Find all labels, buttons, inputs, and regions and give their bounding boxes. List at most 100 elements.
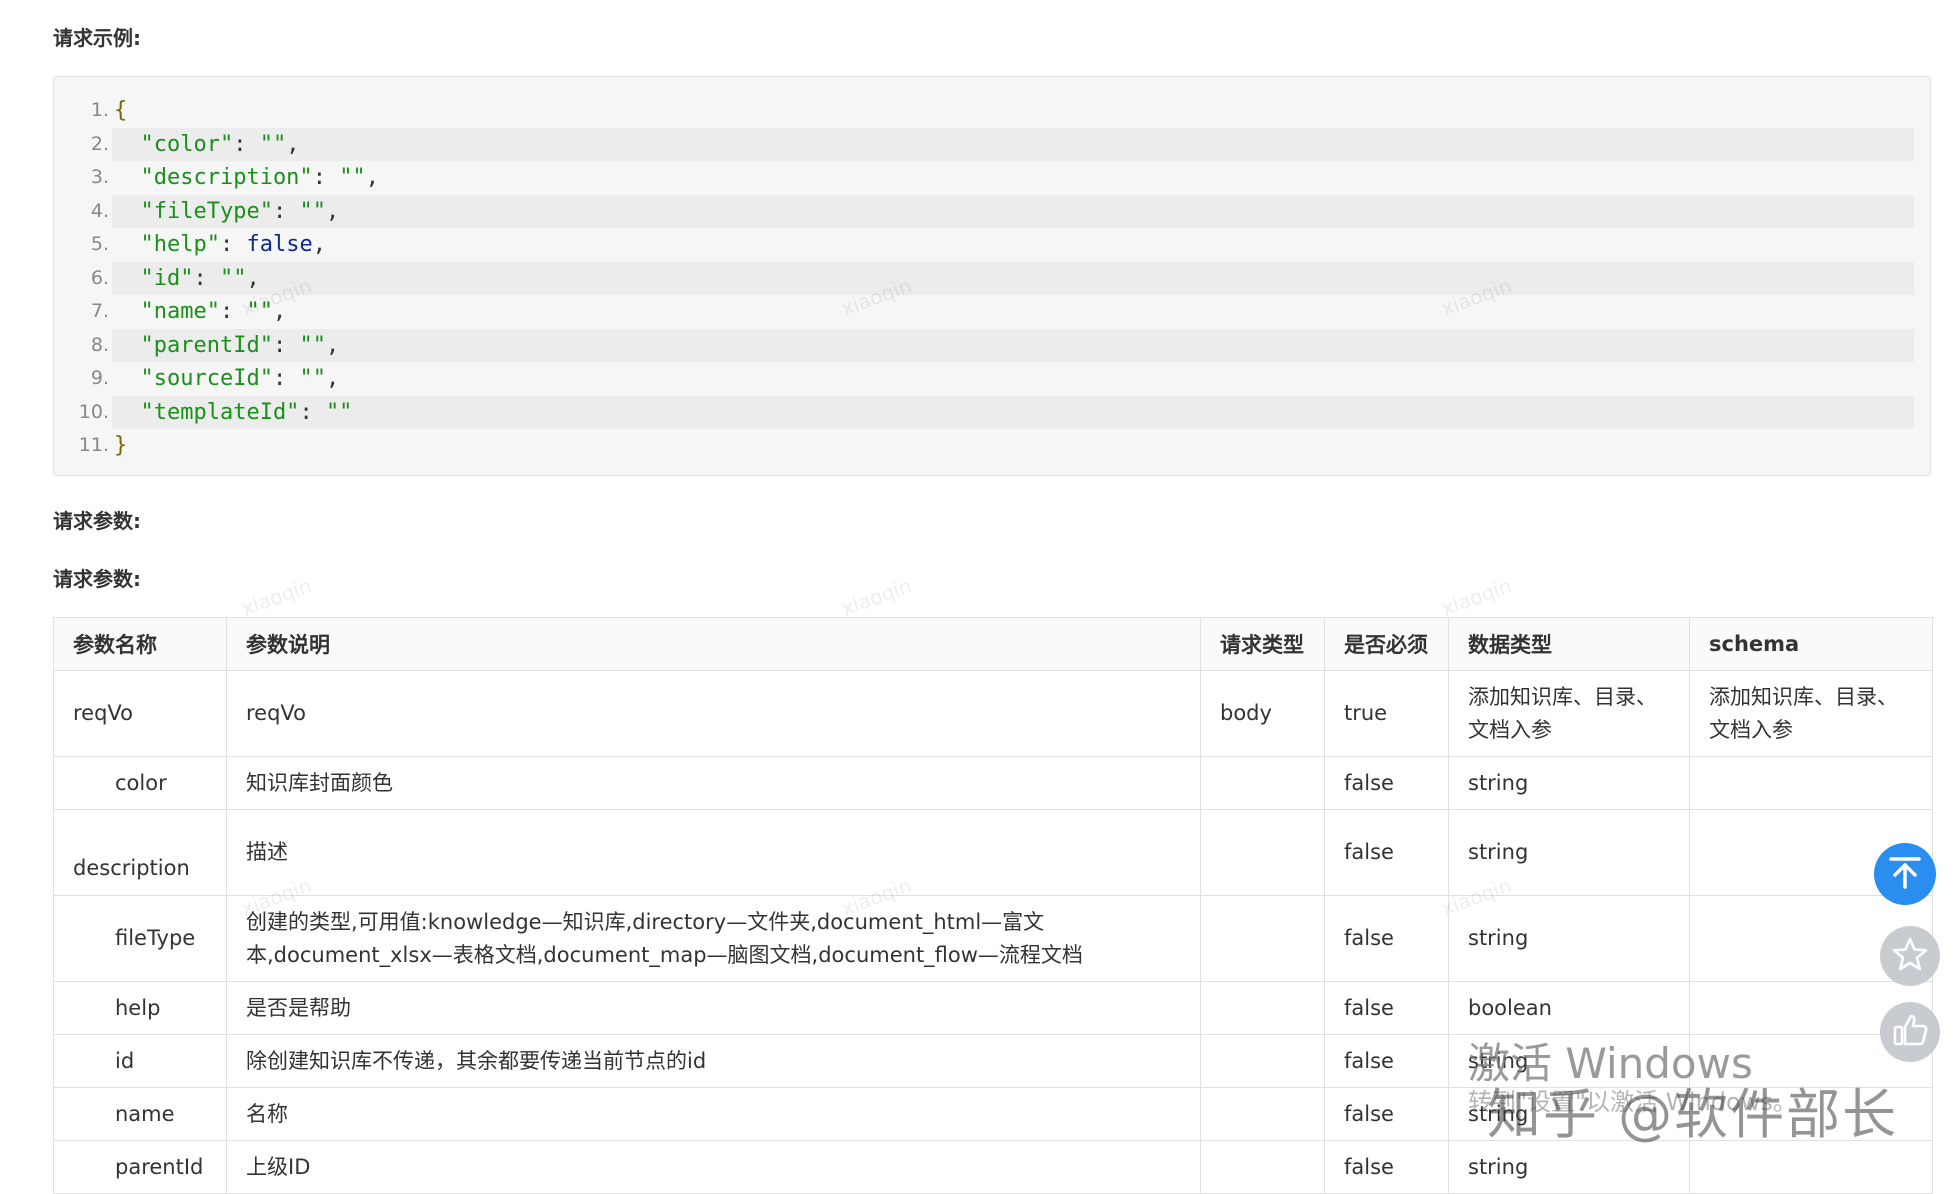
code-token: , xyxy=(246,265,260,291)
param-desc: 除创建知识库不传递，其余都要传递当前节点的id xyxy=(226,1034,1201,1088)
code-text: "description": "", xyxy=(112,161,1914,194)
param-dtype: string xyxy=(1448,895,1690,982)
code-token: : xyxy=(272,332,300,358)
line-number: 9. xyxy=(90,367,109,389)
code-token: "color" xyxy=(114,131,234,157)
line-number: 2. xyxy=(90,132,109,155)
code-token: : xyxy=(272,366,300,391)
code-text: } xyxy=(112,429,1914,462)
param-dtype: 添加知识库、目录、文档入参 xyxy=(1448,670,1690,757)
request-params-title: 请求参数: xyxy=(53,509,141,533)
code-token: "" xyxy=(299,198,326,224)
table-row: reqVo reqVo body true 添加知识库、目录、文档入参 添加知识… xyxy=(53,670,1933,757)
line-number: 3. xyxy=(90,166,109,188)
param-type xyxy=(1200,981,1325,1035)
param-required: false xyxy=(1324,895,1449,982)
param-type xyxy=(1200,756,1325,810)
thumbs-up-icon xyxy=(1891,1011,1929,1053)
param-desc: reqVo xyxy=(226,670,1201,757)
code-token: "description" xyxy=(114,165,313,190)
param-dtype: boolean xyxy=(1448,981,1690,1035)
params-table: 参数名称 参数说明 请求类型 是否必须 数据类型 schema reqVo re… xyxy=(53,617,1933,1194)
back-to-top-button[interactable] xyxy=(1874,843,1936,905)
code-token: "" xyxy=(299,332,326,358)
param-schema xyxy=(1689,1140,1933,1194)
code-token: "sourceId" xyxy=(114,366,273,391)
param-required: false xyxy=(1324,809,1449,896)
code-text: "name": "", xyxy=(112,295,1914,328)
watermark: xiaoqin xyxy=(238,573,315,621)
code-line: 10. "templateId": "" xyxy=(54,395,1914,429)
code-token: , xyxy=(325,366,340,391)
param-dtype: string xyxy=(1448,1087,1690,1141)
param-required: false xyxy=(1324,981,1449,1035)
code-line: 2. "color": "", xyxy=(54,127,1914,161)
watermark: xiaoqin xyxy=(1438,573,1515,621)
table-row: id 除创建知识库不传递，其余都要传递当前节点的id false string xyxy=(53,1034,1933,1088)
header-data-type: 数据类型 xyxy=(1448,617,1690,671)
table-row: fileType 创建的类型,可用值:knowledge—知识库,directo… xyxy=(53,895,1933,982)
code-token: : xyxy=(312,165,340,190)
code-token: : xyxy=(233,131,260,157)
table-row: name 名称 false string xyxy=(53,1087,1933,1141)
param-name: id xyxy=(53,1034,227,1088)
param-name: parentId xyxy=(53,1140,227,1194)
param-required: false xyxy=(1324,756,1449,810)
code-token: "" xyxy=(339,165,366,190)
param-desc: 名称 xyxy=(226,1087,1201,1141)
param-dtype: string xyxy=(1448,1140,1690,1194)
param-type: body xyxy=(1200,670,1325,757)
param-type xyxy=(1200,809,1325,896)
param-dtype: string xyxy=(1448,1034,1690,1088)
param-schema xyxy=(1689,1087,1933,1141)
line-number: 6. xyxy=(90,266,109,289)
code-text: { xyxy=(112,94,1914,127)
param-name: reqVo xyxy=(53,670,227,757)
code-line: 6. "id": "", xyxy=(54,261,1914,295)
code-token: , xyxy=(272,299,287,324)
line-number: 10. xyxy=(78,400,109,423)
code-token: , xyxy=(286,131,300,157)
param-desc: 知识库封面颜色 xyxy=(226,756,1201,810)
header-schema: schema xyxy=(1689,617,1933,671)
param-schema: 添加知识库、目录、文档入参 xyxy=(1689,670,1933,757)
line-number: 7. xyxy=(90,300,109,322)
code-token: { xyxy=(114,98,128,123)
code-token: "parentId" xyxy=(114,332,273,358)
api-doc-page: 请求示例: 1.{2. "color": "", 3. "description"… xyxy=(0,0,1956,1194)
code-token: , xyxy=(365,165,379,190)
param-type xyxy=(1200,895,1325,982)
table-header-row: 参数名称 参数说明 请求类型 是否必须 数据类型 schema xyxy=(53,617,1933,671)
code-line: 7. "name": "", xyxy=(54,295,1914,328)
code-token: , xyxy=(325,198,340,224)
param-name: color xyxy=(53,756,227,810)
header-required: 是否必须 xyxy=(1324,617,1449,671)
param-desc: 上级ID xyxy=(226,1140,1201,1194)
code-text: "help": false, xyxy=(112,228,1914,261)
code-text: "sourceId": "", xyxy=(112,362,1914,395)
code-line: 9. "sourceId": "", xyxy=(54,362,1914,395)
code-text: "templateId": "" xyxy=(112,395,1914,429)
star-icon xyxy=(1891,935,1929,977)
favorite-button[interactable] xyxy=(1880,926,1940,986)
code-token: : xyxy=(219,299,247,324)
request-example-title: 请求示例: xyxy=(53,26,141,50)
code-token: : xyxy=(299,399,326,425)
code-token: "" xyxy=(246,299,273,324)
code-token: "id" xyxy=(114,265,194,291)
code-token: "" xyxy=(219,265,247,291)
code-token: , xyxy=(325,332,340,358)
code-token: : xyxy=(193,265,220,291)
code-token: } xyxy=(114,433,128,458)
code-text: "fileType": "", xyxy=(112,194,1914,228)
code-block: 1.{2. "color": "", 3. "description": "", 4… xyxy=(53,76,1931,476)
param-name: name xyxy=(53,1087,227,1141)
code-line: 11.} xyxy=(54,429,1914,462)
header-request-type: 请求类型 xyxy=(1200,617,1325,671)
code-text: "id": "", xyxy=(112,261,1914,295)
code-token: "templateId" xyxy=(114,399,300,425)
param-required: false xyxy=(1324,1140,1449,1194)
like-button[interactable] xyxy=(1880,1002,1940,1062)
param-type xyxy=(1200,1140,1325,1194)
code-line: 5. "help": false, xyxy=(54,228,1914,261)
